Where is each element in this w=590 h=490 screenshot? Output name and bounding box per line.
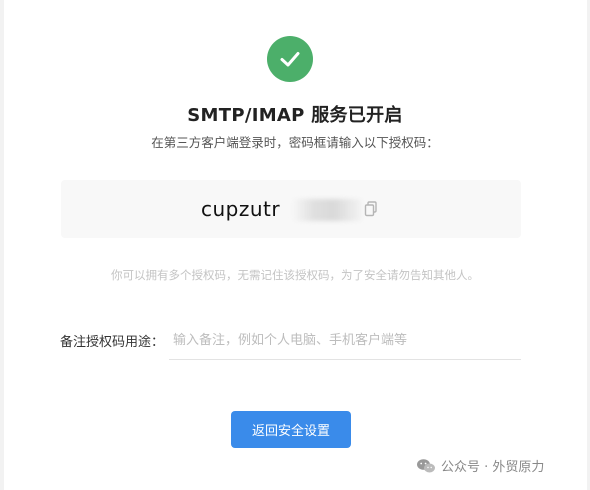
check-circle-icon (267, 36, 313, 82)
auth-code-value: cupzutr (201, 197, 281, 221)
wechat-icon (417, 458, 435, 472)
left-edge-divider (0, 0, 4, 490)
remark-input[interactable] (169, 322, 521, 360)
instruction-text: 在第三方客户端登录时，密码框请输入以下授权码： (151, 135, 439, 150)
page-title: SMTP/IMAP 服务已开启 (187, 105, 403, 126)
watermark: 公众号 · 外贸原力 (416, 456, 544, 475)
remark-label: 备注授权码用途： (60, 335, 165, 350)
security-hint-text: 你可以拥有多个授权码，无需记住该授权码，为了安全请勿告知其他人。 (111, 268, 479, 282)
auth-code-redaction (292, 199, 362, 221)
smtp-enabled-page: SMTP/IMAP 服务已开启 在第三方客户端登录时，密码框请输入以下授权码： … (0, 0, 590, 490)
copy-icon[interactable] (364, 201, 378, 217)
return-security-settings-button[interactable]: 返回安全设置 (231, 411, 351, 448)
watermark-text: 公众号 · 外贸原力 (441, 460, 545, 475)
auth-code-box (61, 180, 521, 238)
